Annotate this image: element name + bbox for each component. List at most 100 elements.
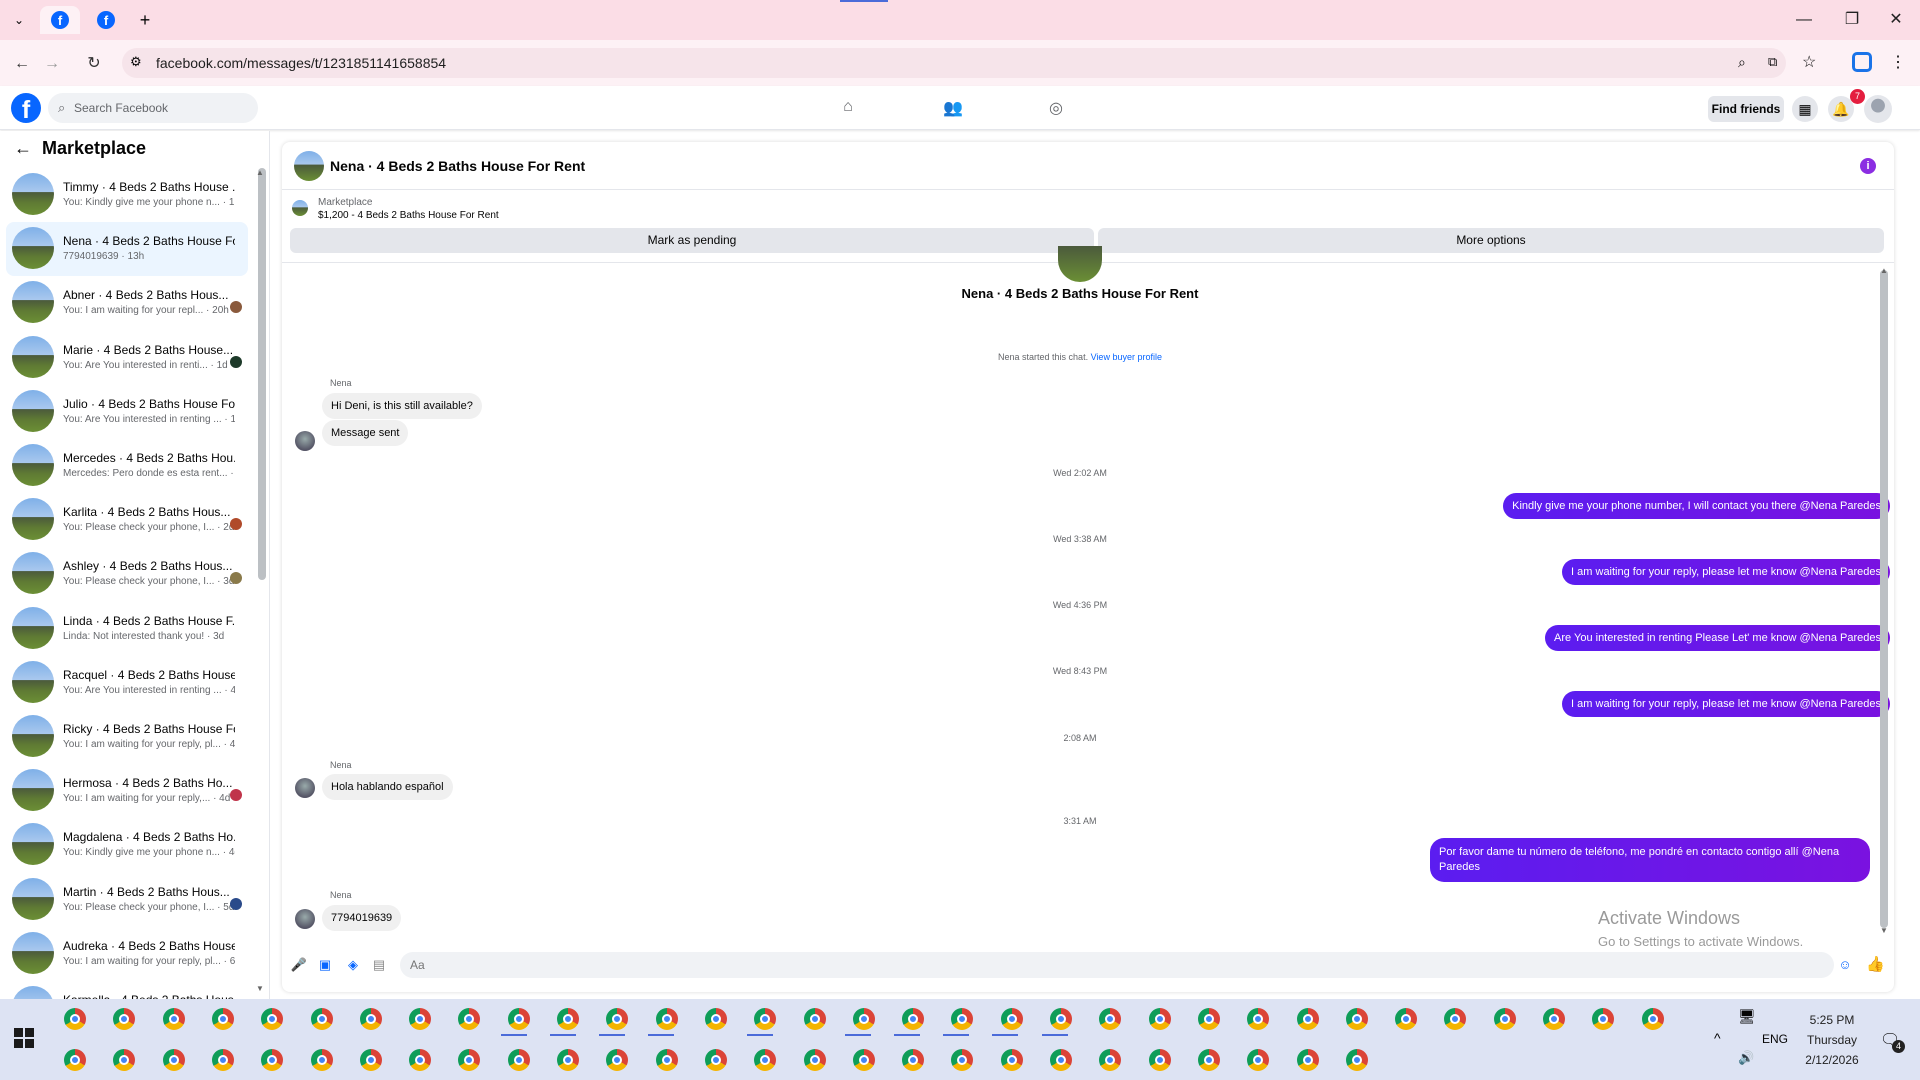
taskbar-app-icon[interactable] bbox=[1050, 1049, 1072, 1071]
taskbar-app-icon[interactable] bbox=[507, 1008, 530, 1030]
message-incoming[interactable]: Hola hablando español bbox=[322, 774, 453, 800]
microphone-icon[interactable]: 🎤 bbox=[290, 956, 308, 974]
taskbar-app-icon[interactable] bbox=[803, 1008, 826, 1030]
scroll-down-icon[interactable]: ▼ bbox=[256, 984, 264, 993]
back-arrow-icon[interactable]: ← bbox=[14, 138, 32, 159]
reload-icon[interactable]: ↻ bbox=[82, 52, 106, 76]
gif-icon[interactable]: ▤ bbox=[370, 956, 388, 974]
sidebar-conversation[interactable]: Mercedes · 4 Beds 2 Baths Hou... Mercedes… bbox=[6, 439, 248, 493]
taskbar-app-icon[interactable] bbox=[704, 1049, 727, 1071]
install-app-icon[interactable]: ⧉ bbox=[1768, 54, 1777, 70]
message-input[interactable] bbox=[400, 952, 1834, 978]
taskbar-app-icon[interactable] bbox=[359, 1008, 382, 1030]
facebook-logo[interactable]: f bbox=[11, 93, 41, 123]
taskbar-app-icon[interactable] bbox=[803, 1049, 826, 1071]
sidebar-conversation[interactable]: Racquel · 4 Beds 2 Baths House... You: Ar… bbox=[6, 656, 248, 710]
restore-button[interactable]: ❐ bbox=[1832, 8, 1872, 32]
sidebar-scrollbar[interactable] bbox=[258, 168, 266, 580]
taskbar-app-icon[interactable] bbox=[211, 1008, 234, 1030]
taskbar-app-icon[interactable] bbox=[162, 1008, 185, 1030]
taskbar-app-icon[interactable] bbox=[1296, 1008, 1319, 1030]
scroll-down-icon[interactable]: ▼ bbox=[1880, 926, 1888, 935]
taskbar-app-icon[interactable] bbox=[310, 1049, 333, 1071]
scroll-up-icon[interactable]: ▲ bbox=[256, 168, 264, 177]
taskbar-app-icon[interactable] bbox=[852, 1008, 875, 1030]
taskbar-app-icon[interactable] bbox=[704, 1008, 727, 1030]
message-outgoing[interactable]: Are You interested in renting Please Let… bbox=[1545, 625, 1890, 651]
sender-avatar[interactable] bbox=[295, 778, 315, 798]
new-tab-button[interactable]: + bbox=[134, 8, 156, 32]
sidebar-conversation[interactable]: Linda · 4 Beds 2 Baths House F... Linda: … bbox=[6, 602, 248, 656]
sidebar-conversation[interactable]: Audreka · 4 Beds 2 Baths House... You: I … bbox=[6, 927, 248, 981]
sender-avatar[interactable] bbox=[295, 909, 315, 929]
sidebar-conversation[interactable]: Abner · 4 Beds 2 Baths Hous... You: I am … bbox=[6, 276, 248, 330]
sidebar-conversation[interactable]: Magdalena · 4 Beds 2 Baths Ho... You: Kin… bbox=[6, 818, 248, 872]
taskbar-app-icon[interactable] bbox=[1345, 1049, 1368, 1071]
tab-facebook-messages[interactable]: f bbox=[40, 6, 80, 34]
sticker-icon[interactable]: ◈ bbox=[344, 956, 362, 974]
show-hidden-icons-chevron[interactable]: ^ bbox=[1714, 1030, 1721, 1046]
taskbar-app-icon[interactable] bbox=[64, 1008, 86, 1030]
language-indicator[interactable]: ENG bbox=[1762, 1032, 1788, 1046]
thumbs-up-icon[interactable]: 👍 bbox=[1866, 956, 1885, 974]
message-outgoing[interactable]: Kindly give me your phone number, I will… bbox=[1503, 493, 1890, 519]
sidebar-conversation[interactable]: Martin · 4 Beds 2 Baths Hous... You: Plea… bbox=[6, 873, 248, 927]
taskbar-app-icon[interactable] bbox=[902, 1008, 925, 1030]
zoom-icon[interactable]: ⌕ bbox=[1738, 54, 1746, 71]
chat-scrollbar[interactable] bbox=[1880, 270, 1888, 928]
taskbar-app-icon[interactable] bbox=[557, 1008, 579, 1030]
taskbar-app-icon[interactable] bbox=[1197, 1008, 1220, 1030]
taskbar-app-icon[interactable] bbox=[409, 1049, 432, 1071]
back-arrow-icon[interactable]: ← bbox=[10, 52, 34, 76]
sidebar-conversation[interactable]: Ashley · 4 Beds 2 Baths Hous... You: Plea… bbox=[6, 547, 248, 601]
taskbar-app-icon[interactable] bbox=[1000, 1008, 1023, 1030]
taskbar-app-icon[interactable] bbox=[1050, 1008, 1072, 1030]
message-incoming[interactable]: Message sent bbox=[322, 420, 409, 446]
menu-grid-icon[interactable]: ▦ bbox=[1792, 96, 1818, 122]
sidebar-conversation[interactable]: Marie · 4 Beds 2 Baths House... You: Are … bbox=[6, 331, 248, 385]
sidebar-conversation[interactable]: Julio · 4 Beds 2 Baths House Fo... You: A… bbox=[6, 385, 248, 439]
taskbar-clock[interactable]: 5:25 PM Thursday 2/12/2026 bbox=[1792, 1010, 1872, 1070]
message-outgoing[interactable]: Por favor dame tu número de teléfono, me… bbox=[1430, 838, 1870, 882]
sidebar-conversation[interactable]: Timmy · 4 Beds 2 Baths House ... You: Kin… bbox=[6, 168, 248, 222]
taskbar-app-icon[interactable] bbox=[1345, 1008, 1368, 1030]
groups-icon[interactable]: ◎ bbox=[1044, 98, 1068, 118]
tab-search-chevron-icon[interactable]: ⌄ bbox=[8, 10, 30, 30]
network-icon[interactable]: 🖥 bbox=[1738, 1008, 1756, 1025]
mark-pending-button[interactable]: Mark as pending bbox=[290, 228, 1094, 253]
chat-header-avatar[interactable] bbox=[294, 151, 324, 181]
tab-facebook[interactable]: f bbox=[86, 6, 126, 34]
friends-icon[interactable]: 👥 bbox=[941, 98, 965, 118]
message-outgoing[interactable]: I am waiting for your reply, please let … bbox=[1562, 691, 1890, 717]
message-incoming[interactable]: Hi Deni, is this still available? bbox=[322, 393, 482, 419]
taskbar-app-icon[interactable] bbox=[1148, 1008, 1171, 1030]
site-info-icon[interactable]: ⚙ bbox=[130, 54, 142, 70]
taskbar-app-icon[interactable] bbox=[1493, 1008, 1516, 1030]
taskbar-app-icon[interactable] bbox=[211, 1049, 234, 1071]
taskbar-app-icon[interactable] bbox=[655, 1008, 678, 1030]
taskbar-app-icon[interactable] bbox=[409, 1008, 432, 1030]
bookmark-star-icon[interactable]: ☆ bbox=[1802, 52, 1816, 72]
taskbar-app-icon[interactable] bbox=[1296, 1049, 1319, 1071]
close-window-button[interactable]: ✕ bbox=[1876, 8, 1916, 32]
taskbar-app-icon[interactable] bbox=[557, 1049, 579, 1071]
listing-price[interactable]: $1,200 - 4 Beds 2 Baths House For Rent bbox=[318, 210, 499, 221]
sidebar-conversation[interactable]: Hermosa · 4 Beds 2 Baths Ho... You: I am … bbox=[6, 764, 248, 818]
taskbar-app-icon[interactable] bbox=[359, 1049, 382, 1071]
forward-arrow-icon[interactable]: → bbox=[40, 52, 64, 76]
sidebar-conversation[interactable]: Karlita · 4 Beds 2 Baths Hous... You: Ple… bbox=[6, 493, 248, 547]
taskbar-app-icon[interactable] bbox=[507, 1049, 530, 1071]
volume-icon[interactable]: 🔊 bbox=[1738, 1050, 1754, 1066]
taskbar-app-icon[interactable] bbox=[64, 1049, 86, 1071]
photo-icon[interactable]: ▣ bbox=[316, 956, 334, 974]
sidebar-conversation[interactable]: Nena · 4 Beds 2 Baths House Fo... 7794019… bbox=[6, 222, 248, 277]
emoji-icon[interactable]: ☺ bbox=[1836, 956, 1854, 974]
start-button[interactable] bbox=[14, 1028, 34, 1048]
info-icon[interactable]: i bbox=[1860, 158, 1876, 174]
scroll-up-icon[interactable]: ▲ bbox=[1880, 266, 1888, 275]
url-text[interactable]: facebook.com/messages/t/1231851141658854 bbox=[156, 55, 446, 71]
message-incoming[interactable]: 7794019639 bbox=[322, 905, 402, 931]
taskbar-app-icon[interactable] bbox=[1000, 1049, 1023, 1071]
chat-header-title[interactable]: Nena · 4 Beds 2 Baths House For Rent bbox=[330, 158, 585, 174]
find-friends-button[interactable]: Find friends bbox=[1708, 96, 1784, 122]
